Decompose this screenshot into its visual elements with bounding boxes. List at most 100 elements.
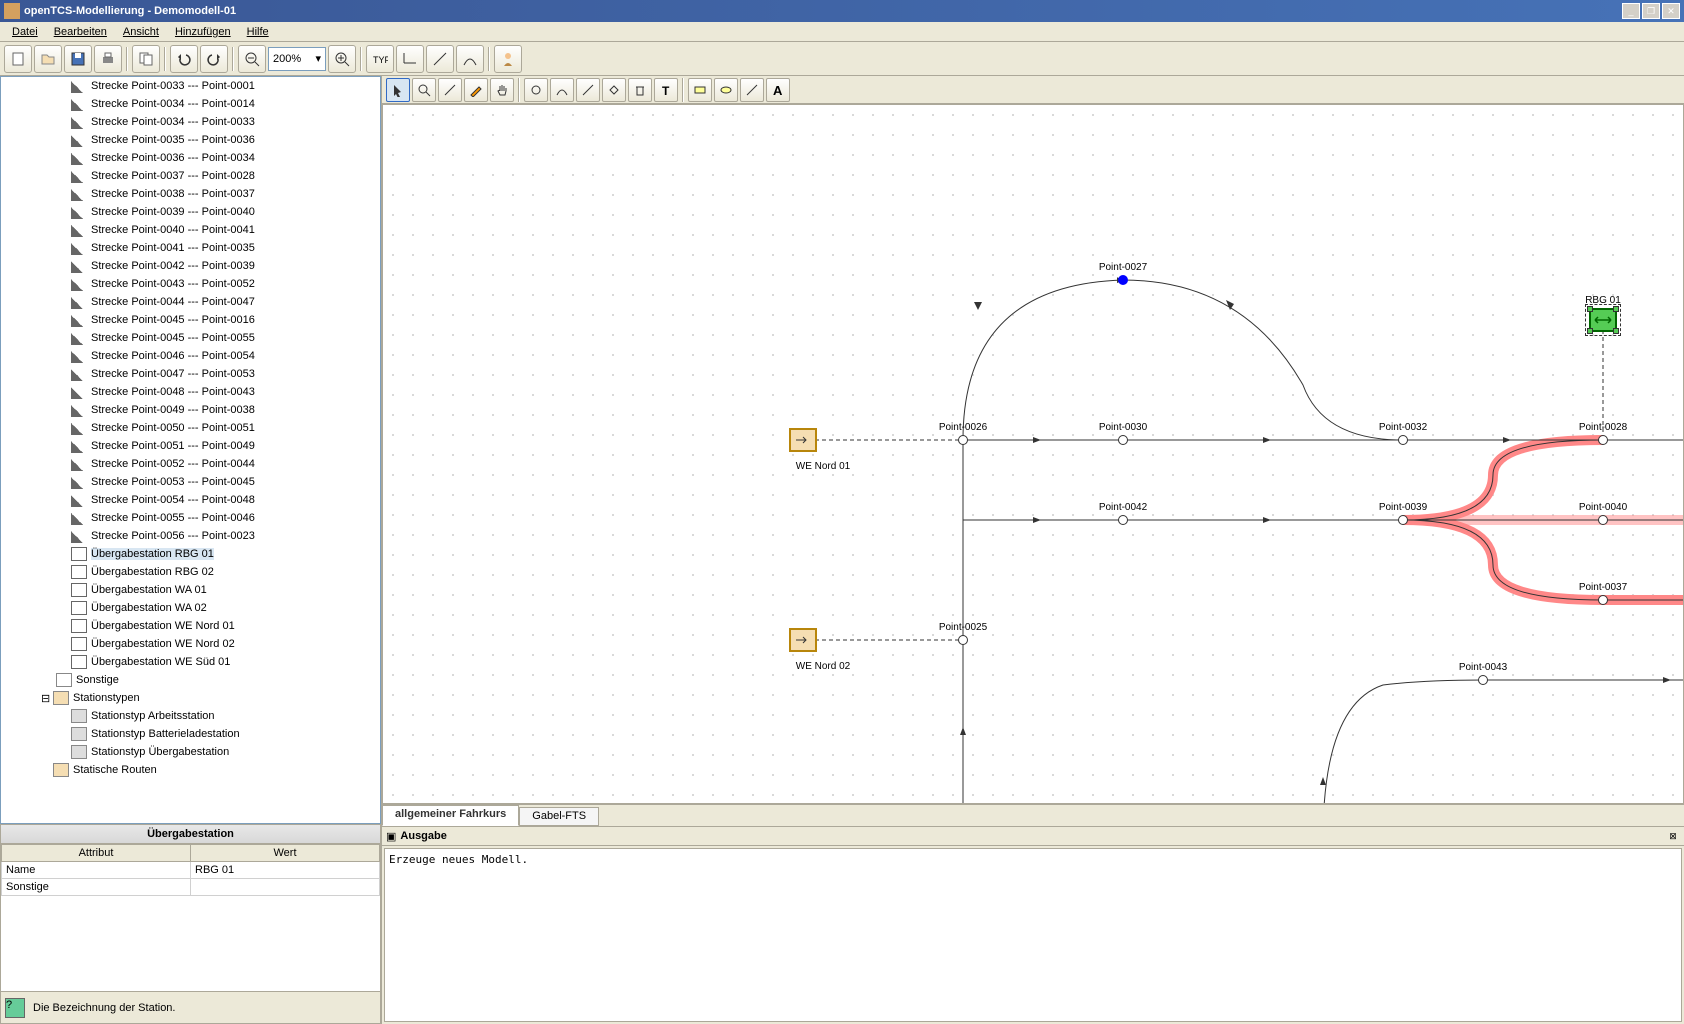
hand-tool[interactable]	[490, 78, 514, 102]
tree-item-stationtype[interactable]: Stationstyp Batterieladestation	[1, 725, 380, 743]
tree-item-path[interactable]: Strecke Point-0050 --- Point-0051	[1, 419, 380, 437]
menu-file[interactable]: Datei	[4, 24, 46, 40]
tree-item-path[interactable]: Strecke Point-0034 --- Point-0033	[1, 113, 380, 131]
tree-item-station[interactable]: Übergabestation WE Nord 02	[1, 635, 380, 653]
save-button[interactable]	[64, 45, 92, 73]
tree-item-path[interactable]: Strecke Point-0052 --- Point-0044	[1, 455, 380, 473]
tree-item-path[interactable]: Strecke Point-0038 --- Point-0037	[1, 185, 380, 203]
tree-item-stationtypes[interactable]: ⊟Stationstypen	[1, 689, 380, 707]
tree-item-path[interactable]: Strecke Point-0037 --- Point-0028	[1, 167, 380, 185]
undo-button[interactable]	[170, 45, 198, 73]
tree-item-static-routes[interactable]: Statische Routen	[1, 761, 380, 779]
graph-point[interactable]	[1118, 435, 1128, 445]
tool-b-button[interactable]	[396, 45, 424, 73]
tree-item-path[interactable]: Strecke Point-0043 --- Point-0052	[1, 275, 380, 293]
graph-station[interactable]	[789, 428, 817, 452]
open-button[interactable]	[34, 45, 62, 73]
zoom-combo[interactable]: 200%▾	[268, 47, 326, 71]
graph-point[interactable]	[1478, 675, 1488, 685]
tool-a-button[interactable]: TYPE	[366, 45, 394, 73]
zoom-in-button[interactable]	[328, 45, 356, 73]
minimize-button[interactable]: _	[1622, 3, 1640, 19]
graph-point[interactable]	[958, 435, 968, 445]
tree-item-path[interactable]: Strecke Point-0054 --- Point-0048	[1, 491, 380, 509]
graph-point[interactable]	[958, 635, 968, 645]
line-tool[interactable]	[576, 78, 600, 102]
canvas-tab[interactable]: Gabel-FTS	[519, 807, 599, 826]
text-tool-t[interactable]: T	[654, 78, 678, 102]
tree-item-path[interactable]: Strecke Point-0041 --- Point-0035	[1, 239, 380, 257]
tree-item-path[interactable]: Strecke Point-0055 --- Point-0046	[1, 509, 380, 527]
graph-point[interactable]	[1398, 515, 1408, 525]
delete-tool[interactable]	[628, 78, 652, 102]
graph-point[interactable]	[1598, 515, 1608, 525]
tree-item-station[interactable]: Übergabestation WA 02	[1, 599, 380, 617]
tree-item-station[interactable]: Übergabestation WE Süd 01	[1, 653, 380, 671]
copy-button[interactable]	[132, 45, 160, 73]
tree-item-station[interactable]: Übergabestation WA 01	[1, 581, 380, 599]
connector-tool[interactable]	[602, 78, 626, 102]
tree-item-path[interactable]: Strecke Point-0042 --- Point-0039	[1, 257, 380, 275]
tree-item-path[interactable]: Strecke Point-0033 --- Point-0001	[1, 77, 380, 95]
properties-table[interactable]: Attribut Wert NameRBG 01Sonstige	[1, 844, 380, 991]
menu-view[interactable]: Ansicht	[115, 24, 167, 40]
maximize-button[interactable]: ❐	[1642, 3, 1660, 19]
tree-item-path[interactable]: Strecke Point-0053 --- Point-0045	[1, 473, 380, 491]
menu-add[interactable]: Hinzufügen	[167, 24, 239, 40]
tree-item-path[interactable]: Strecke Point-0034 --- Point-0014	[1, 95, 380, 113]
rect-tool[interactable]	[688, 78, 712, 102]
canvas-tab[interactable]: allgemeiner Fahrkurs	[382, 805, 519, 826]
menu-edit[interactable]: Bearbeiten	[46, 24, 115, 40]
tree-item-other[interactable]: Sonstige	[1, 671, 380, 689]
new-button[interactable]	[4, 45, 32, 73]
graph-point[interactable]	[1398, 435, 1408, 445]
graph-point[interactable]	[1598, 435, 1608, 445]
point-tool[interactable]	[524, 78, 548, 102]
draw-tool[interactable]	[438, 78, 462, 102]
tree-item-path[interactable]: Strecke Point-0047 --- Point-0053	[1, 365, 380, 383]
text-tool-a[interactable]: A	[766, 78, 790, 102]
tree-item-path[interactable]: Strecke Point-0051 --- Point-0049	[1, 437, 380, 455]
props-row[interactable]: NameRBG 01	[2, 862, 380, 879]
props-row[interactable]: Sonstige	[2, 879, 380, 896]
graph-point[interactable]	[1598, 595, 1608, 605]
graph-vehicle[interactable]	[1589, 308, 1617, 332]
pen-tool[interactable]	[464, 78, 488, 102]
graph-station[interactable]	[789, 628, 817, 652]
tree-item-stationtype[interactable]: Stationstyp Arbeitsstation	[1, 707, 380, 725]
tree-item-path[interactable]: Strecke Point-0049 --- Point-0038	[1, 401, 380, 419]
canvas-area[interactable]: Point-0027Point-0026Point-0030Point-0032…	[382, 104, 1684, 804]
tree-view[interactable]: Strecke Point-0033 --- Point-0001Strecke…	[0, 76, 381, 824]
curve-tool[interactable]	[550, 78, 574, 102]
tree-item-path[interactable]: Strecke Point-0035 --- Point-0036	[1, 131, 380, 149]
tree-item-path[interactable]: Strecke Point-0056 --- Point-0023	[1, 527, 380, 545]
tree-item-stationtype[interactable]: Stationstyp Übergabestation	[1, 743, 380, 761]
tree-item-path[interactable]: Strecke Point-0045 --- Point-0055	[1, 329, 380, 347]
close-button[interactable]: ✕	[1662, 3, 1680, 19]
menu-help[interactable]: Hilfe	[239, 24, 277, 40]
print-button[interactable]	[94, 45, 122, 73]
tree-item-path[interactable]: Strecke Point-0036 --- Point-0034	[1, 149, 380, 167]
graph-point[interactable]	[1118, 275, 1128, 285]
output-close-icon[interactable]: ⊠	[1666, 829, 1680, 843]
select-tool[interactable]	[386, 78, 410, 102]
graph-point[interactable]	[1118, 515, 1128, 525]
vehicle-button[interactable]	[494, 45, 522, 73]
zoom-tool[interactable]	[412, 78, 436, 102]
redo-button[interactable]	[200, 45, 228, 73]
tree-item-path[interactable]: Strecke Point-0039 --- Point-0040	[1, 203, 380, 221]
tool-c-button[interactable]	[426, 45, 454, 73]
tree-item-path[interactable]: Strecke Point-0048 --- Point-0043	[1, 383, 380, 401]
tree-item-path[interactable]: Strecke Point-0045 --- Point-0016	[1, 311, 380, 329]
tree-item-station[interactable]: Übergabestation RBG 01	[1, 545, 380, 563]
zoom-out-button[interactable]	[238, 45, 266, 73]
tree-item-station[interactable]: Übergabestation RBG 02	[1, 563, 380, 581]
tree-item-station[interactable]: Übergabestation WE Nord 01	[1, 617, 380, 635]
tool-d-button[interactable]	[456, 45, 484, 73]
line2-tool[interactable]	[740, 78, 764, 102]
tree-item-path[interactable]: Strecke Point-0046 --- Point-0054	[1, 347, 380, 365]
output-body[interactable]: Erzeuge neues Modell.	[384, 848, 1682, 1022]
tree-item-path[interactable]: Strecke Point-0040 --- Point-0041	[1, 221, 380, 239]
tree-item-path[interactable]: Strecke Point-0044 --- Point-0047	[1, 293, 380, 311]
ellipse-tool[interactable]	[714, 78, 738, 102]
